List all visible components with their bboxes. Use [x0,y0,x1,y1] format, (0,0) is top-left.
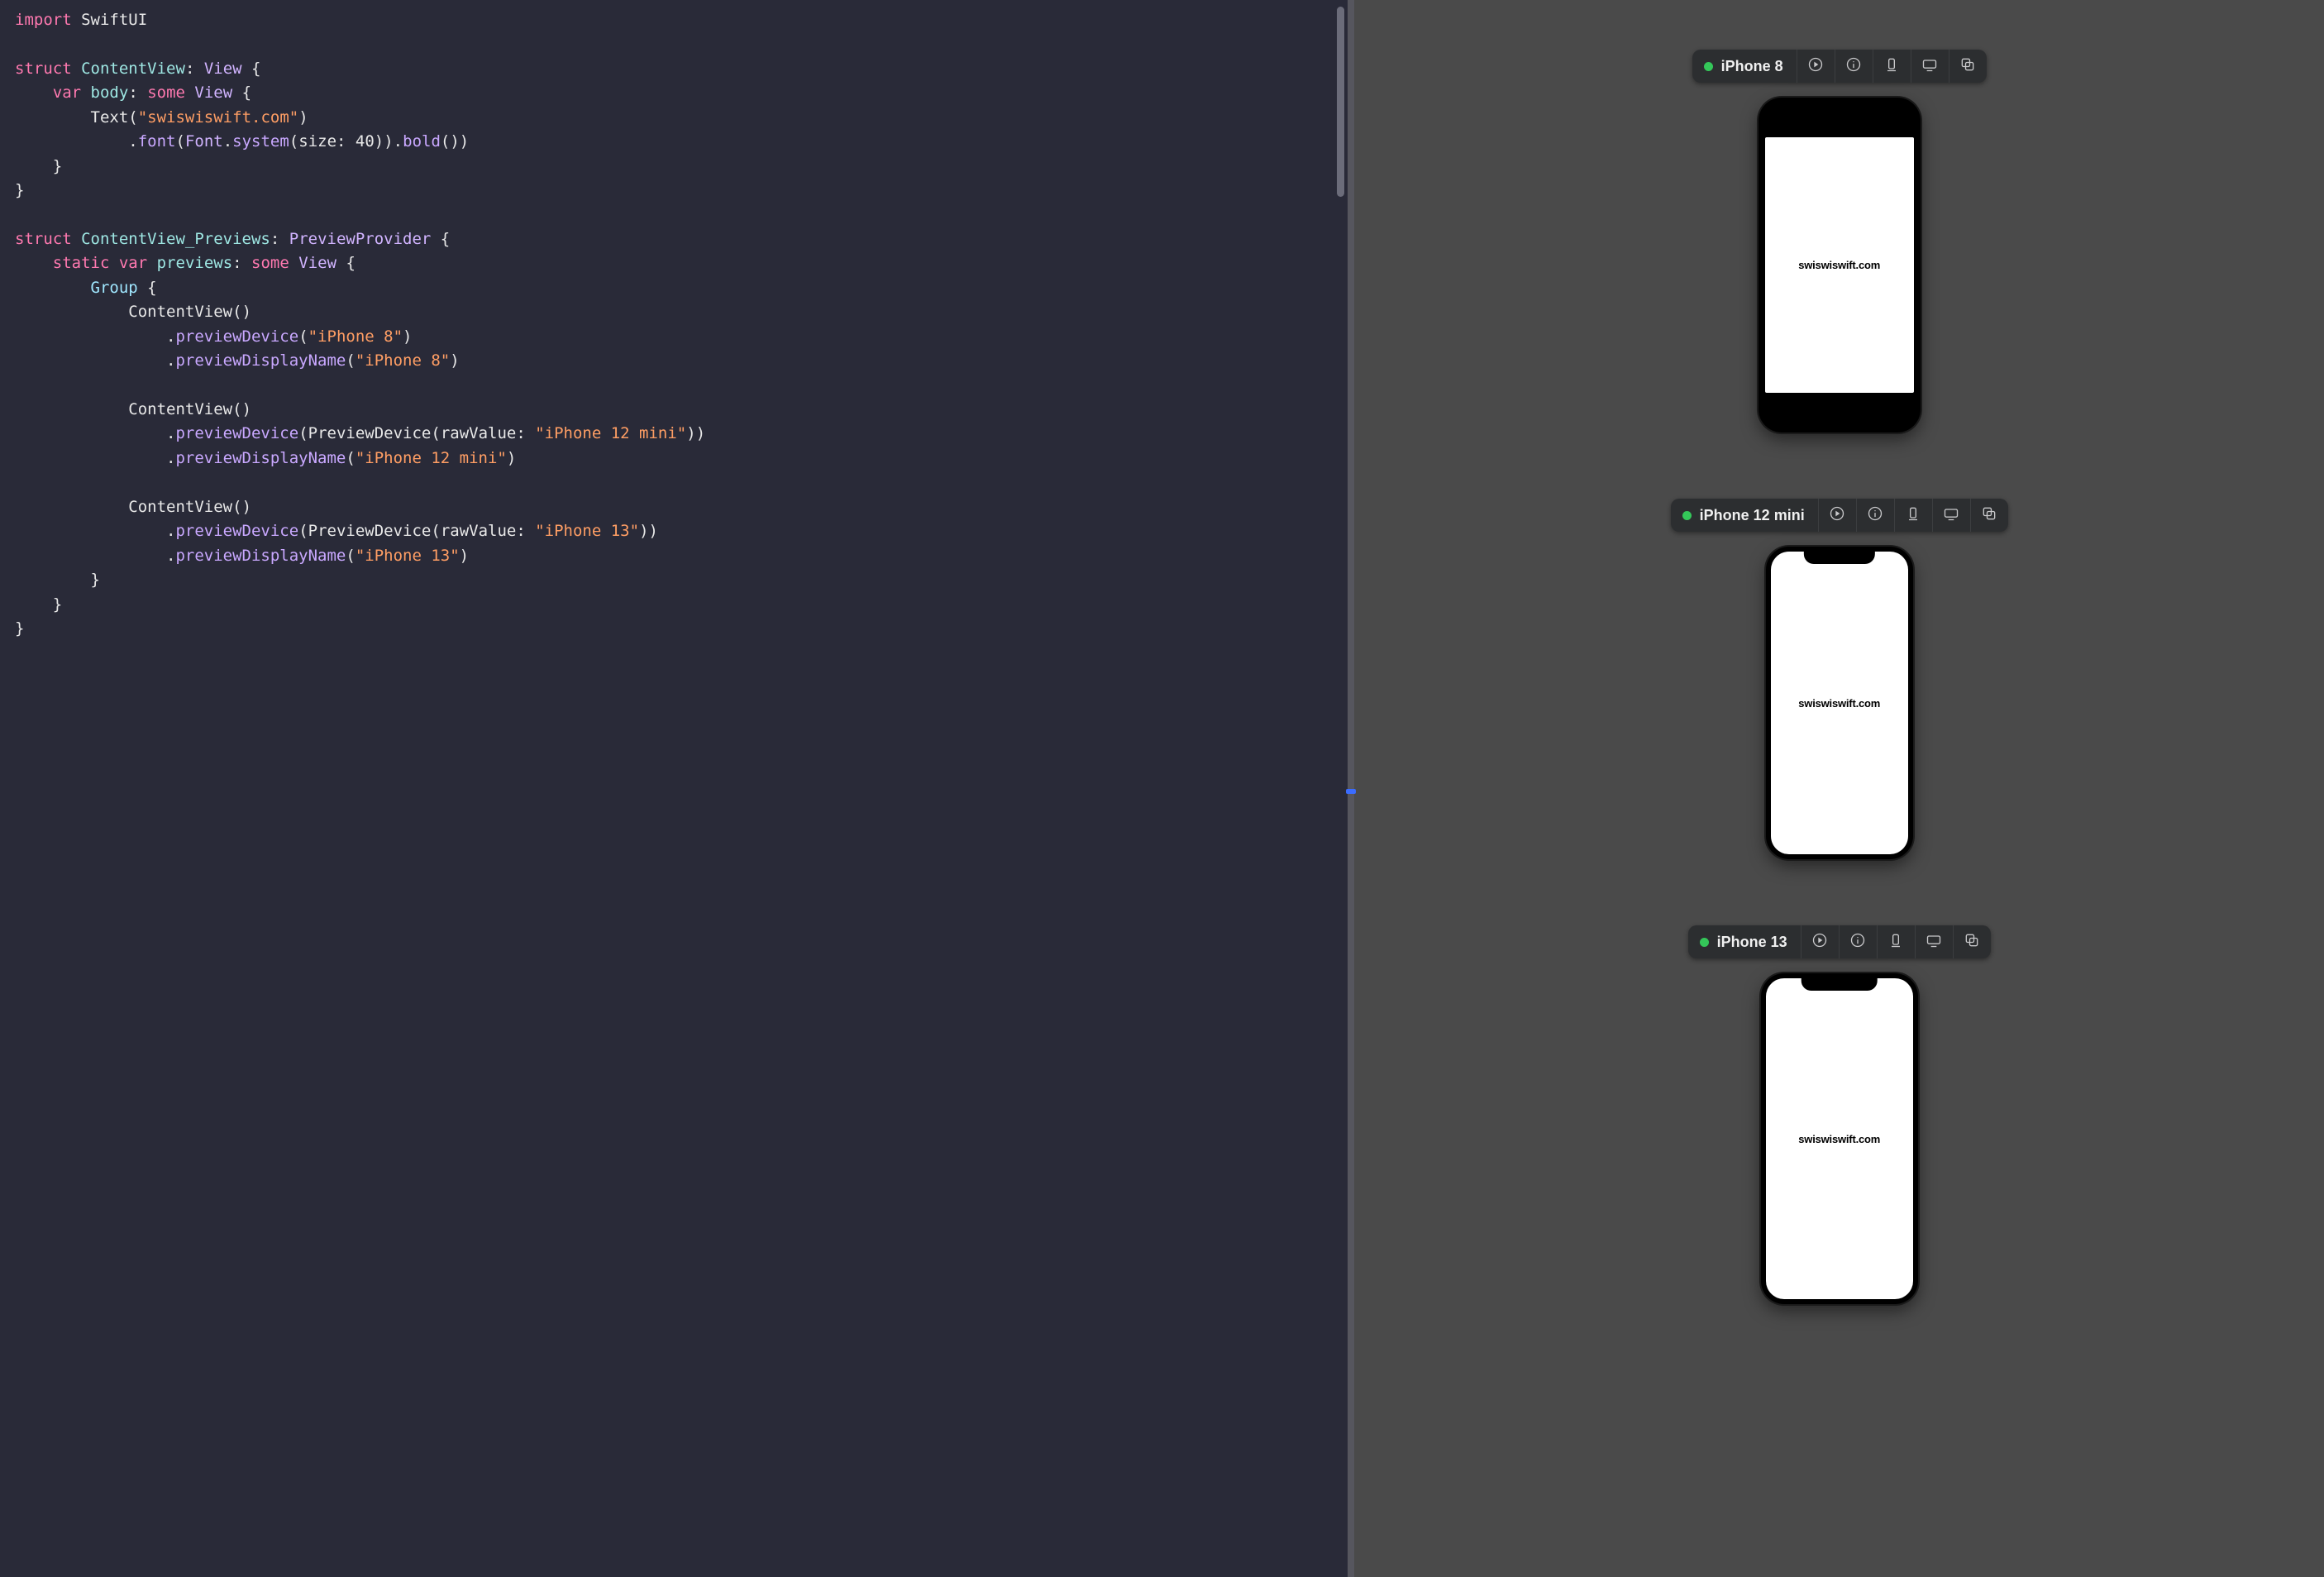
preview-toolbar: iPhone 12 mini [1671,499,2008,532]
preview-device-label[interactable]: iPhone 8 [1692,51,1797,82]
device-screen: swiswiswift.com [1765,137,1914,393]
status-dot-icon [1704,62,1713,71]
code-editor[interactable]: import SwiftUI struct ContentView: View … [0,0,1348,1577]
app-text: swiswiswift.com [1798,259,1880,271]
inspect-icon [1867,505,1883,525]
status-dot-icon [1700,938,1709,947]
live-preview-button[interactable] [1797,50,1835,83]
xcode-window: import SwiftUI struct ContentView: View … [0,0,2324,1577]
device-notch [1804,552,1875,564]
device-screen: swiswiswift.com [1771,552,1908,854]
duplicate-preview-button[interactable] [1949,50,1987,83]
duplicate-preview-icon [1981,505,1997,525]
device-settings-icon [1883,56,1900,76]
preview-on-device-icon [1921,56,1938,76]
preview-on-device-icon [1926,932,1942,952]
device-notch [1801,978,1878,991]
device-settings-button[interactable] [1894,499,1932,532]
preview-block: iPhone 13 swiswiswift.com [1688,925,1991,1304]
device-settings-button[interactable] [1873,50,1911,83]
device-frame[interactable]: swiswiswift.com [1759,98,1921,432]
editor-scrollbar[interactable] [1337,7,1344,197]
app-text: swiswiswift.com [1798,1133,1880,1145]
duplicate-preview-button[interactable] [1953,925,1991,958]
preview-block: iPhone 8 swiswiswift.com [1692,50,1987,432]
preview-on-device-button[interactable] [1911,50,1949,83]
status-dot-icon [1682,511,1692,520]
preview-toolbar: iPhone 13 [1688,925,1991,958]
app-text: swiswiswift.com [1798,697,1880,710]
preview-canvas[interactable]: iPhone 8 swiswiswift.com [1354,0,2324,1577]
device-settings-icon [1887,932,1904,952]
device-settings-icon [1905,505,1921,525]
preview-on-device-button[interactable] [1932,499,1970,532]
device-frame[interactable]: swiswiswift.com [1766,547,1913,859]
device-name: iPhone 13 [1717,934,1787,951]
live-preview-icon [1829,505,1845,525]
preview-on-device-icon [1943,505,1959,525]
live-preview-icon [1807,56,1824,76]
duplicate-preview-icon [1959,56,1976,76]
device-settings-button[interactable] [1877,925,1915,958]
live-preview-button[interactable] [1801,925,1839,958]
device-screen: swiswiswift.com [1766,978,1913,1299]
preview-device-label[interactable]: iPhone 12 mini [1671,500,1818,531]
pane-splitter[interactable] [1348,0,1354,1577]
inspect-button[interactable] [1835,50,1873,83]
inspect-icon [1849,932,1866,952]
inspect-button[interactable] [1856,499,1894,532]
preview-on-device-button[interactable] [1915,925,1953,958]
inspect-button[interactable] [1839,925,1877,958]
inspect-icon [1845,56,1862,76]
preview-block: iPhone 12 mini swiswiswift.com [1671,499,2008,859]
duplicate-preview-button[interactable] [1970,499,2008,532]
preview-device-label[interactable]: iPhone 13 [1688,927,1801,958]
device-name: iPhone 12 mini [1700,507,1805,524]
preview-toolbar: iPhone 8 [1692,50,1987,83]
live-preview-icon [1811,932,1828,952]
duplicate-preview-icon [1964,932,1980,952]
device-name: iPhone 8 [1721,58,1783,75]
live-preview-button[interactable] [1818,499,1856,532]
device-frame[interactable]: swiswiswift.com [1761,973,1918,1304]
